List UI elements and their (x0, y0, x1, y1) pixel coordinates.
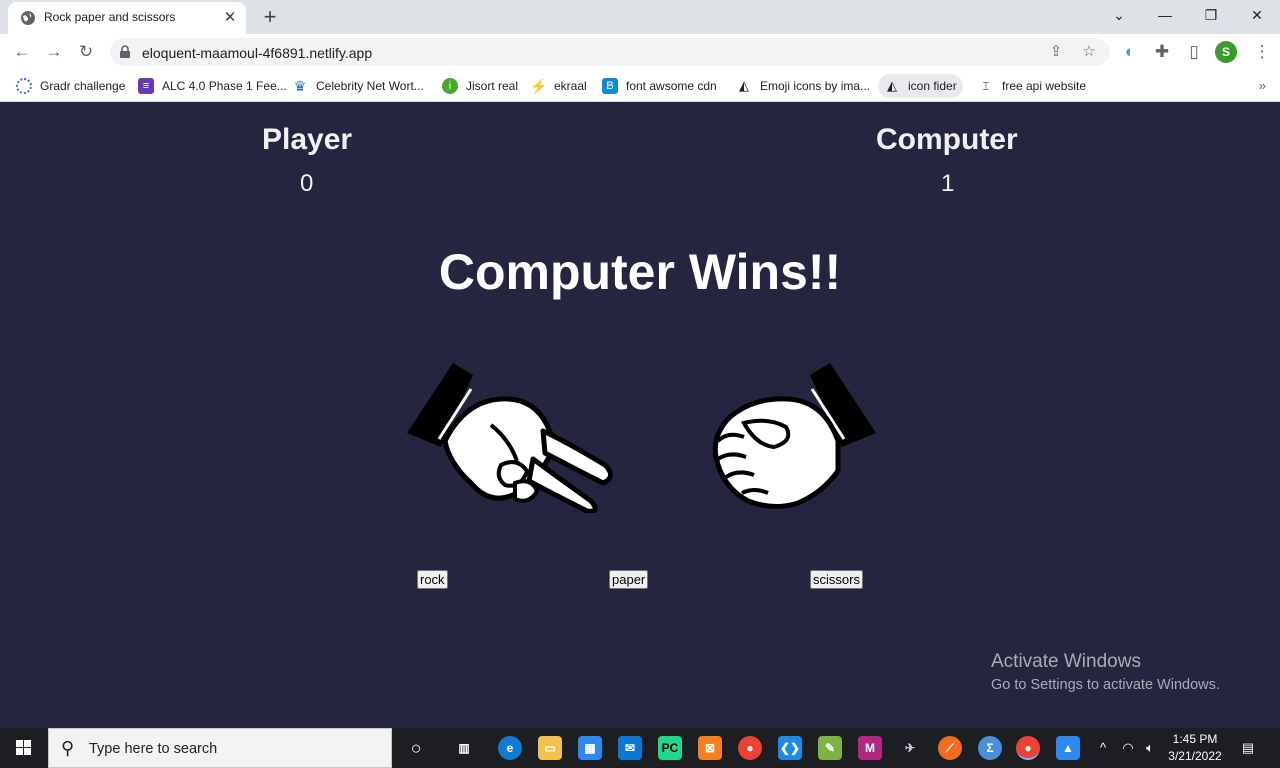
search-icon: ⚲ (61, 738, 75, 758)
cortana-icon[interactable]: ○ (404, 736, 428, 760)
bookmark-item[interactable]: ◭ icon fider (878, 74, 963, 98)
photos-icon[interactable]: ▲ (1056, 736, 1080, 760)
rock-button[interactable]: rock (417, 570, 448, 589)
close-tab-icon[interactable]: ✕ (220, 8, 240, 28)
task-view-icon[interactable]: ▥ (452, 736, 476, 760)
game-app-icon[interactable]: ✈ (898, 736, 922, 760)
player-score: 0 (300, 170, 314, 197)
minimize-button[interactable]: — (1142, 0, 1188, 30)
address-bar[interactable]: eloquent-maamoul-4f6891.netlify.app ⇪ ☆ (110, 38, 1110, 66)
jisort-icon: i (442, 78, 458, 94)
tab-search-icon[interactable]: ⌄ (1096, 0, 1142, 30)
emoji-icon: ◭ (739, 78, 749, 93)
more-bookmarks-icon[interactable]: » (1259, 78, 1266, 93)
url-text: eloquent-maamoul-4f6891.netlify.app (142, 45, 373, 61)
volume-icon[interactable]: 🔈︎ (1140, 728, 1160, 768)
side-panel-icon[interactable]: ▯ (1182, 40, 1206, 64)
extension-icon[interactable]: ◐ (1118, 40, 1142, 64)
computer-score: 1 (941, 170, 955, 197)
gradr-icon (16, 78, 32, 94)
scissors-button[interactable]: scissors (810, 570, 863, 589)
bookmark-item[interactable]: B font awsome cdn (596, 74, 723, 98)
globe-icon (21, 11, 35, 25)
tab-title: Rock paper and scissors (44, 10, 176, 24)
edge-icon[interactable]: e (498, 736, 522, 760)
wifi-icon[interactable]: ◠ (1118, 728, 1138, 768)
windows-start-icon[interactable] (0, 728, 48, 768)
forward-icon[interactable]: → (42, 40, 66, 64)
bookmark-item[interactable]: ◭ Emoji icons by ima... (730, 74, 876, 98)
windows-taskbar: ⚲ Type here to search ○ ▥ e ▭ ▦ ✉ PC ⊠ ●… (0, 728, 1280, 768)
search-placeholder: Type here to search (89, 741, 218, 757)
chrome-active-icon[interactable]: ● (1016, 736, 1040, 760)
tab-strip: Rock paper and scissors ✕ + ⌄ — ❐ ✕ (0, 0, 1280, 34)
clock-time: 1:45 PM (1172, 732, 1218, 746)
pycharm-icon[interactable]: PC (658, 736, 682, 760)
browser-toolbar: ← → ↻ eloquent-maamoul-4f6891.netlify.ap… (0, 34, 1280, 70)
bookmark-star-icon[interactable]: ☆ (1080, 43, 1098, 61)
vscode-icon[interactable]: ❮❯ (778, 736, 802, 760)
icon-fider-icon: ◭ (887, 78, 897, 93)
app-m-icon[interactable]: M (858, 736, 882, 760)
bookmark-label: icon fider (908, 79, 957, 93)
clock[interactable]: 1:45 PM 3/21/2022 (1160, 731, 1230, 765)
result-heading: Computer Wins!! (438, 244, 842, 300)
mail-icon[interactable]: ✉ (618, 736, 642, 760)
back-icon[interactable]: ← (10, 40, 34, 64)
restore-button[interactable]: ❐ (1188, 0, 1234, 30)
bookmark-item[interactable]: ♛ Celebrity Net Wort... (286, 74, 430, 98)
player-label: Player (262, 123, 353, 156)
paper-button[interactable]: paper (609, 570, 649, 589)
scissors-hand-icon (407, 363, 613, 513)
api-icon: ⌶ (982, 79, 990, 93)
bookmark-item[interactable]: i Jisort real (436, 74, 524, 98)
bookmark-item[interactable]: Gradr challenge (10, 74, 131, 98)
bookmark-label: free api website (1002, 79, 1087, 93)
window-close-button[interactable]: ✕ (1234, 0, 1280, 30)
puzzle-icon[interactable]: ✚ (1150, 40, 1174, 64)
crown-icon: ♛ (293, 78, 307, 94)
share-icon[interactable]: ⇪ (1047, 43, 1065, 61)
bootstrap-icon: B (602, 78, 618, 94)
bookmark-item[interactable]: ⚡ ekraal (524, 74, 593, 98)
bookmark-item[interactable]: ≡ ALC 4.0 Phase 1 Fee... (132, 74, 293, 98)
bookmark-label: font awsome cdn (626, 79, 717, 93)
rock-hand-icon (712, 363, 876, 509)
bookmark-label: ALC 4.0 Phase 1 Fee... (162, 79, 287, 93)
watermark-subtitle: Go to Settings to activate Windows. (991, 677, 1220, 693)
forms-icon: ≡ (138, 78, 154, 94)
bookmark-label: ekraal (554, 79, 587, 93)
menu-icon[interactable]: ⋮ (1250, 40, 1274, 64)
xampp-icon[interactable]: ⊠ (698, 736, 722, 760)
watermark-title: Activate Windows (991, 651, 1141, 672)
sublime-icon[interactable]: ⟋ (938, 736, 962, 760)
bookmark-item[interactable]: ⌶ free api website (972, 74, 1092, 98)
calculator-app-icon[interactable]: Σ (978, 736, 1002, 760)
bookmark-label: Emoji icons by ima... (760, 79, 871, 93)
notification-icon[interactable]: ▤ (1236, 728, 1260, 768)
computer-label: Computer (876, 123, 1018, 156)
taskbar-search[interactable]: ⚲ Type here to search (48, 728, 392, 768)
new-tab-button[interactable]: + (256, 4, 284, 30)
clock-date: 3/21/2022 (1168, 749, 1222, 763)
notepad-icon[interactable]: ✎ (818, 736, 842, 760)
bookmark-label: Jisort real (466, 79, 519, 93)
bookmark-label: Gradr challenge (40, 79, 126, 93)
tray-chevron-icon[interactable]: ^ (1094, 728, 1112, 768)
reload-icon[interactable]: ↻ (74, 40, 98, 64)
store-icon[interactable]: ▦ (578, 736, 602, 760)
bookmarks-bar: Gradr challenge ≡ ALC 4.0 Phase 1 Fee...… (0, 70, 1280, 102)
ekraal-icon: ⚡ (530, 78, 548, 94)
game-page: Player 0 Computer 1 Computer Wins!! rock… (0, 103, 1280, 728)
chrome-icon[interactable]: ● (738, 736, 762, 760)
activate-windows-watermark: Activate Windows Go to Settings to activ… (991, 651, 1220, 693)
bookmark-label: Celebrity Net Wort... (316, 79, 424, 93)
profile-avatar[interactable]: S (1215, 41, 1237, 63)
lock-icon (120, 45, 130, 58)
browser-tab[interactable]: Rock paper and scissors ✕ (8, 2, 246, 34)
file-explorer-icon[interactable]: ▭ (538, 736, 562, 760)
